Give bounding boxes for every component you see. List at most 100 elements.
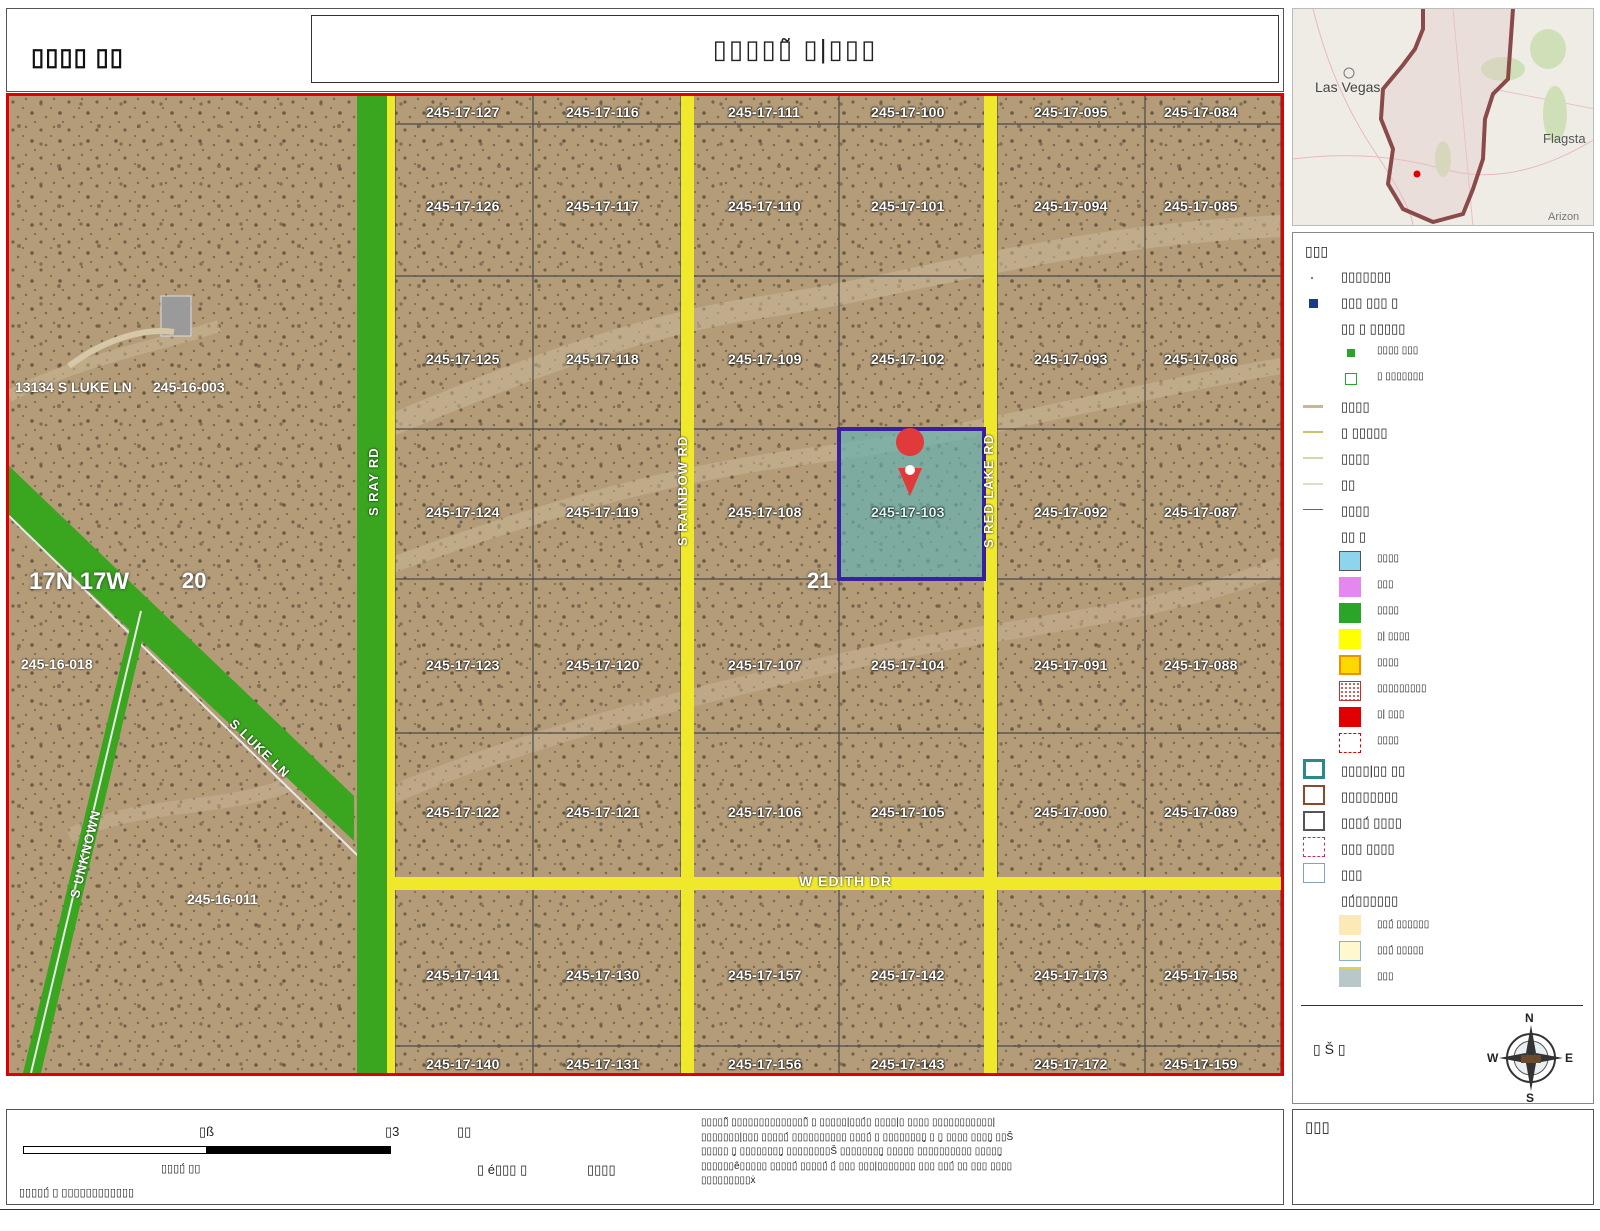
- inset-city-label: Las Vegas: [1315, 79, 1381, 95]
- parcel-label[interactable]: 245-17-093: [1034, 351, 1108, 367]
- legend-item-label: ▯▯▯: [1377, 971, 1394, 982]
- inset-east-label: Flagsta: [1543, 131, 1586, 146]
- legend-swatch: [1347, 349, 1355, 357]
- parcel-label[interactable]: 245-17-090: [1034, 804, 1108, 820]
- road-label-rainbow: S RAINBOW RD: [675, 435, 690, 546]
- parcel-label[interactable]: 245-17-104: [871, 657, 945, 673]
- parcel-label[interactable]: 245-17-102: [871, 351, 945, 367]
- parcel-label[interactable]: 245-17-141: [426, 967, 500, 983]
- legend-swatch: [1303, 863, 1325, 883]
- legend-swatch: [1339, 603, 1361, 623]
- parcel-label[interactable]: 245-17-131: [566, 1056, 640, 1072]
- parcel-label[interactable]: 245-17-088: [1164, 657, 1238, 673]
- legend-item-label: ▯ ▯▯▯▯▯▯▯: [1377, 371, 1424, 382]
- parcel-label[interactable]: 245-17-158: [1164, 967, 1238, 983]
- legend-item-label: ▯▯▯▯: [1341, 503, 1370, 518]
- legend-swatch: [1303, 811, 1325, 831]
- parcel-label-west-c: 245-16-011: [187, 891, 258, 907]
- parcel-label[interactable]: 245-17-118: [566, 351, 639, 367]
- parcel-label[interactable]: 245-17-116: [566, 104, 639, 120]
- parcel-label[interactable]: 245-17-111: [728, 104, 800, 120]
- legend-item-label: ▯▯▯: [1341, 867, 1363, 882]
- parcel-label[interactable]: 245-17-173: [1034, 967, 1108, 983]
- parcel-label[interactable]: 245-17-125: [426, 351, 500, 367]
- legend-swatch: [1303, 405, 1323, 408]
- legend-swatch: [1339, 967, 1361, 987]
- title-block: ▯▯▯▯ ▯▯ ▯▯▯▯▯̃ ▯|▯▯▯: [6, 8, 1284, 92]
- parcel-label[interactable]: 245-17-092: [1034, 504, 1108, 520]
- parcel-label[interactable]: 245-17-156: [728, 1056, 802, 1072]
- legend-item-label: ▯▯▯▯ ▯▯▯: [1377, 345, 1419, 356]
- parcel-label[interactable]: 245-17-127: [426, 104, 500, 120]
- parcel-label[interactable]: 245-17-159: [1164, 1056, 1238, 1072]
- inset-map-graphic: [1293, 9, 1593, 225]
- legend-item-label: ▯▯ ▯: [1341, 529, 1367, 544]
- legend-swatch: [1303, 785, 1325, 805]
- legend-swatch: [1339, 577, 1361, 597]
- parcel-label[interactable]: 245-17-110: [728, 198, 801, 214]
- legend-item-label: ▯| ▯▯▯▯: [1377, 631, 1410, 642]
- parcel-label[interactable]: 245-17-100: [871, 104, 945, 120]
- map-footer: ▯ß ▯3 ▯▯ ▯▯▯▯́ ▯▯ ▯▯▯▯▯́ ▯ ▯▯▯▯▯▯▯▯▯▯▯▯ …: [6, 1109, 1284, 1205]
- parcel-label[interactable]: 245-17-087: [1164, 504, 1238, 520]
- parcel-label[interactable]: 245-17-140: [426, 1056, 500, 1072]
- parcel-label[interactable]: 245-17-107: [728, 657, 802, 673]
- address-label: 13134 S LUKE LN: [15, 379, 132, 395]
- parcel-label[interactable]: 245-17-085: [1164, 198, 1238, 214]
- parcel-label[interactable]: 245-17-109: [728, 351, 802, 367]
- parcel-label[interactable]: 245-17-172: [1034, 1056, 1108, 1072]
- inset-south-label: Arizon: [1548, 211, 1580, 223]
- parcel-label[interactable]: 245-17-119: [566, 504, 639, 520]
- parcel-label[interactable]: 245-17-122: [426, 804, 500, 820]
- legend-item-label: ▯▯: [1341, 477, 1356, 492]
- parcel-label[interactable]: 245-17-142: [871, 967, 945, 983]
- legend-item-label: ▯▯▯▯: [1377, 553, 1400, 564]
- legend-item-label: ▯▯▯▯▯▯▯▯: [1341, 789, 1399, 804]
- parcel-label[interactable]: 245-17-117: [566, 198, 639, 214]
- parcel-label[interactable]: 245-17-091: [1034, 657, 1108, 673]
- legend-divider: [1301, 1005, 1583, 1006]
- parcel-label[interactable]: 245-17-089: [1164, 804, 1238, 820]
- legend-item-label: ▯▯▯▯: [1377, 605, 1400, 616]
- compass-n: N: [1525, 1011, 1534, 1025]
- map-legend: ▯▯▯ ▯▯▯▯▯▯▯ ▯▯▯ ▯▯▯ ▯ ▯▯ ▯ ▯▯▯▯▯ ▯▯▯▯ ▯▯▯ ▯ …: [1292, 232, 1594, 1105]
- parcel-label[interactable]: 245-17-130: [566, 967, 640, 983]
- road-label-edith: W EDITH DR: [799, 873, 893, 889]
- parcel-label[interactable]: 245-17-123: [426, 657, 500, 673]
- parcel-label[interactable]: 245-17-086: [1164, 351, 1238, 367]
- parcel-label[interactable]: 245-17-095: [1034, 104, 1108, 120]
- page-bottom-rule: [0, 1209, 1600, 1210]
- parcel-label[interactable]: 245-17-157: [728, 967, 802, 983]
- legend-swatch: [1311, 277, 1313, 279]
- legend-item-label: ▯▯▯▯: [1341, 399, 1370, 414]
- parcel-label[interactable]: 245-17-103: [871, 504, 945, 520]
- parcel-label[interactable]: 245-17-105: [871, 804, 945, 820]
- legend-item-label: ▯▯▯́ ▯▯▯▯▯: [1377, 945, 1424, 956]
- parcel-label[interactable]: 245-17-106: [728, 804, 802, 820]
- parcel-label[interactable]: 245-17-124: [426, 504, 500, 520]
- scale-label-left: ▯ß: [199, 1124, 215, 1139]
- parcel-label[interactable]: 245-17-120: [566, 657, 640, 673]
- parcel-label[interactable]: 245-17-094: [1034, 198, 1108, 214]
- legend-swatch: [1339, 733, 1361, 753]
- parcel-label[interactable]: 245-17-143: [871, 1056, 945, 1072]
- parcel-label[interactable]: 245-17-108: [728, 504, 802, 520]
- parcel-map[interactable]: 245-17-127 245-17-116 245-17-111 245-17-100…: [6, 93, 1284, 1076]
- legend-swatch: [1345, 373, 1357, 385]
- date-label: ▯ é▯▯▯ ▯: [477, 1162, 528, 1177]
- projection-note: ▯▯▯▯▯́ ▯ ▯▯▯▯▯▯▯▯▯▯▯▯: [19, 1187, 135, 1199]
- scale-unit: ▯▯: [457, 1124, 472, 1139]
- legend-item-label: ▯▯▯▯: [1377, 735, 1400, 746]
- road-label-ray: S RAY RD: [366, 447, 381, 516]
- scale-bar-black: [207, 1146, 391, 1154]
- parcel-label[interactable]: 245-17-101: [871, 198, 945, 214]
- parcel-label[interactable]: 245-17-084: [1164, 104, 1238, 120]
- legend-item-label: ▯▯▯ ▯▯▯ ▯: [1341, 295, 1399, 310]
- legend-item-label: ▯▯▯▯▯▯▯▯▯: [1377, 683, 1427, 694]
- parcel-label-west-b: 245-16-018: [21, 656, 93, 672]
- scale-caption: ▯▯▯▯́ ▯▯: [161, 1163, 201, 1175]
- parcel-label[interactable]: 245-17-121: [566, 804, 640, 820]
- legend-item-label: ▯▯́▯▯▯▯▯▯: [1341, 893, 1399, 908]
- section-21-label: 21: [807, 568, 832, 593]
- parcel-label[interactable]: 245-17-126: [426, 198, 500, 214]
